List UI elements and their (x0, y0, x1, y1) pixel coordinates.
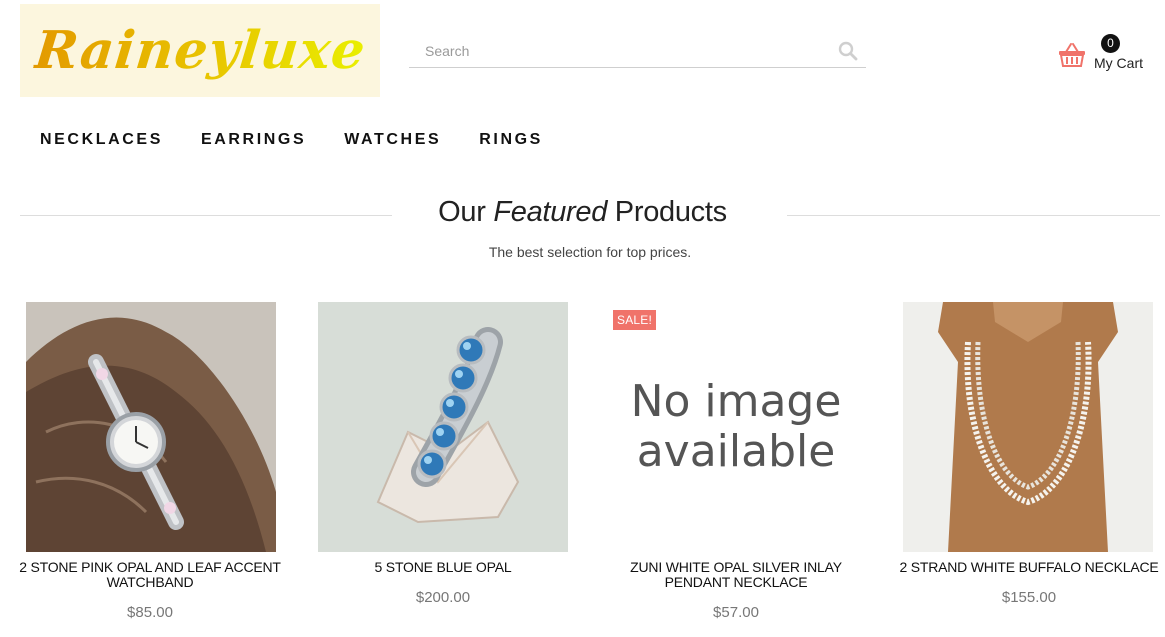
product-image[interactable] (318, 302, 568, 552)
shopping-basket-icon (1059, 43, 1085, 67)
title-part-our: Our (438, 196, 486, 228)
product-name[interactable]: 5 STONE BLUE OPAL (318, 560, 568, 575)
cart-button[interactable]: 0 My Cart (1058, 34, 1158, 74)
main-nav: NECKLACES EARRINGS WATCHES RINGS (40, 131, 581, 149)
title-part-products: Products (614, 196, 727, 228)
product-image[interactable] (26, 302, 276, 552)
product-name[interactable]: 2 STONE PINK OPAL AND LEAF ACCENT WATCHB… (0, 560, 300, 590)
no-image-placeholder[interactable]: No image available (611, 302, 861, 552)
nav-item-watches[interactable]: WATCHES (344, 131, 441, 149)
cart-label: My Cart (1094, 55, 1143, 71)
site-logo[interactable]: Raineyluxe (20, 4, 380, 97)
product-image[interactable] (903, 302, 1153, 552)
product-name[interactable]: ZUNI WHITE OPAL SILVER INLAY PENDANT NEC… (606, 560, 866, 590)
product-price: $200.00 (415, 589, 471, 606)
nav-item-necklaces[interactable]: NECKLACES (40, 131, 163, 149)
search-icon[interactable] (838, 41, 858, 61)
nav-item-earrings[interactable]: EARRINGS (201, 131, 306, 149)
sale-badge: SALE! (613, 310, 657, 330)
title-part-featured: Featured (493, 196, 608, 228)
section-title: Our Featured Products (0, 196, 1165, 229)
product-price: $155.00 (1001, 589, 1057, 606)
page: Raineyluxe 0 My Cart NECKLACES EARRINGS … (0, 0, 1165, 637)
cart-count-badge: 0 (1101, 34, 1120, 53)
logo-text: Raineyluxe (31, 20, 369, 81)
product-price: $85.00 (127, 604, 173, 621)
search-input[interactable] (409, 34, 837, 68)
product-price: $57.00 (713, 604, 759, 621)
section-subtitle: The best selection for top prices. (488, 244, 692, 260)
nav-item-rings[interactable]: RINGS (479, 131, 543, 149)
search-bar (409, 34, 866, 68)
product-name[interactable]: 2 STRAND WHITE BUFFALO NECKLACE (894, 560, 1164, 575)
